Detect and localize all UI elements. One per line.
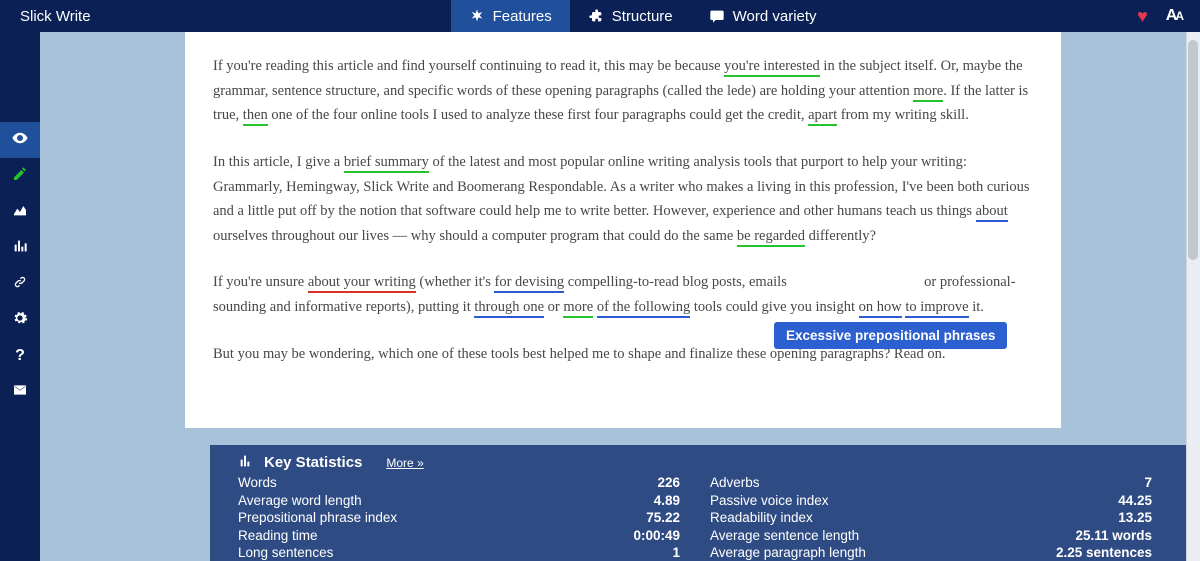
topbar-right: ♥ AA xyxy=(1137,6,1182,27)
envelope-icon xyxy=(12,382,28,403)
scroll-thumb[interactable] xyxy=(1188,40,1198,260)
tab-label: Structure xyxy=(612,8,673,25)
highlight[interactable]: of the following xyxy=(597,299,690,318)
highlight[interactable]: for devising xyxy=(494,274,564,293)
font-size-icon[interactable]: AA xyxy=(1166,7,1182,25)
highlight[interactable]: through one xyxy=(474,299,544,318)
tab-label: Word variety xyxy=(733,8,817,25)
stat-row: Readability index13.25 xyxy=(710,509,1152,527)
heart-icon[interactable]: ♥ xyxy=(1137,6,1148,27)
highlight[interactable]: about xyxy=(976,203,1008,222)
sidebar-item-bar-chart[interactable] xyxy=(0,230,40,266)
highlight[interactable]: apart xyxy=(808,107,837,126)
tab-label: Features xyxy=(493,8,552,25)
sidebar-item-link[interactable] xyxy=(0,266,40,302)
highlight[interactable]: about your writing xyxy=(308,274,416,293)
stats-col-right: Adverbs7 Passive voice index44.25 Readab… xyxy=(710,474,1182,561)
highlight[interactable]: be regarded xyxy=(737,228,805,247)
document[interactable]: If you're reading this article and find … xyxy=(185,32,1061,428)
stat-row: Reading time0:00:49 xyxy=(238,527,680,545)
sidebar: ? xyxy=(0,32,40,561)
paragraph: In this article, I give a brief summary … xyxy=(213,150,1033,249)
stats-title: Key Statistics xyxy=(264,454,362,471)
highlight[interactable]: brief summary xyxy=(344,154,429,173)
tab-word-variety[interactable]: Word variety xyxy=(691,0,835,32)
eye-icon xyxy=(11,129,29,152)
stat-row: Average paragraph length2.25 sentences xyxy=(710,544,1152,561)
stat-row: Long sentences1 xyxy=(238,544,680,561)
highlight[interactable]: more xyxy=(913,83,943,102)
highlight[interactable]: on how xyxy=(859,299,902,318)
brand: Slick Write xyxy=(0,8,111,25)
stat-row: Average word length4.89 xyxy=(238,492,680,510)
question-icon: ? xyxy=(15,347,25,365)
scrollbar[interactable] xyxy=(1186,32,1200,561)
puzzle-icon xyxy=(588,8,604,24)
area-chart-icon xyxy=(12,202,28,223)
stat-row: Prepositional phrase index75.22 xyxy=(238,509,680,527)
content-area: If you're reading this article and find … xyxy=(40,32,1200,561)
stats-panel: ✕ Key Statistics More » Words226 Average… xyxy=(210,445,1200,561)
sidebar-item-mail[interactable] xyxy=(0,374,40,410)
comment-icon xyxy=(709,8,725,24)
highlight[interactable]: to improve xyxy=(905,299,968,318)
highlight[interactable]: then xyxy=(243,107,268,126)
sidebar-item-help[interactable]: ? xyxy=(0,338,40,374)
bar-chart-icon xyxy=(12,238,28,259)
sidebar-item-area-chart[interactable] xyxy=(0,194,40,230)
paragraph: If you're unsure about your writing (whe… xyxy=(213,270,1033,319)
stats-more-link[interactable]: More » xyxy=(386,456,423,470)
top-bar: Slick Write Features Structure Word vari… xyxy=(0,0,1200,32)
sidebar-item-settings[interactable] xyxy=(0,302,40,338)
stat-row: Adverbs7 xyxy=(710,474,1152,492)
asterisk-icon xyxy=(469,8,485,24)
tab-structure[interactable]: Structure xyxy=(570,0,691,32)
sidebar-item-edit[interactable] xyxy=(0,158,40,194)
stat-row: Average sentence length25.11 words xyxy=(710,527,1152,545)
stat-row: Passive voice index44.25 xyxy=(710,492,1152,510)
issue-tooltip[interactable]: Excessive prepositional phrases xyxy=(774,322,1007,349)
highlight[interactable]: more xyxy=(563,299,593,318)
stats-col-left: Words226 Average word length4.89 Preposi… xyxy=(238,474,710,561)
gear-icon xyxy=(12,310,28,331)
paragraph: If you're reading this article and find … xyxy=(213,54,1033,128)
tab-features[interactable]: Features xyxy=(451,0,570,32)
stat-row: Words226 xyxy=(238,474,680,492)
link-icon xyxy=(12,274,28,295)
tab-bar: Features Structure Word variety xyxy=(451,0,835,32)
bar-chart-icon xyxy=(238,453,254,472)
highlight[interactable]: you're interested xyxy=(724,58,820,77)
pencil-icon xyxy=(12,166,28,187)
sidebar-item-eye[interactable] xyxy=(0,122,40,158)
